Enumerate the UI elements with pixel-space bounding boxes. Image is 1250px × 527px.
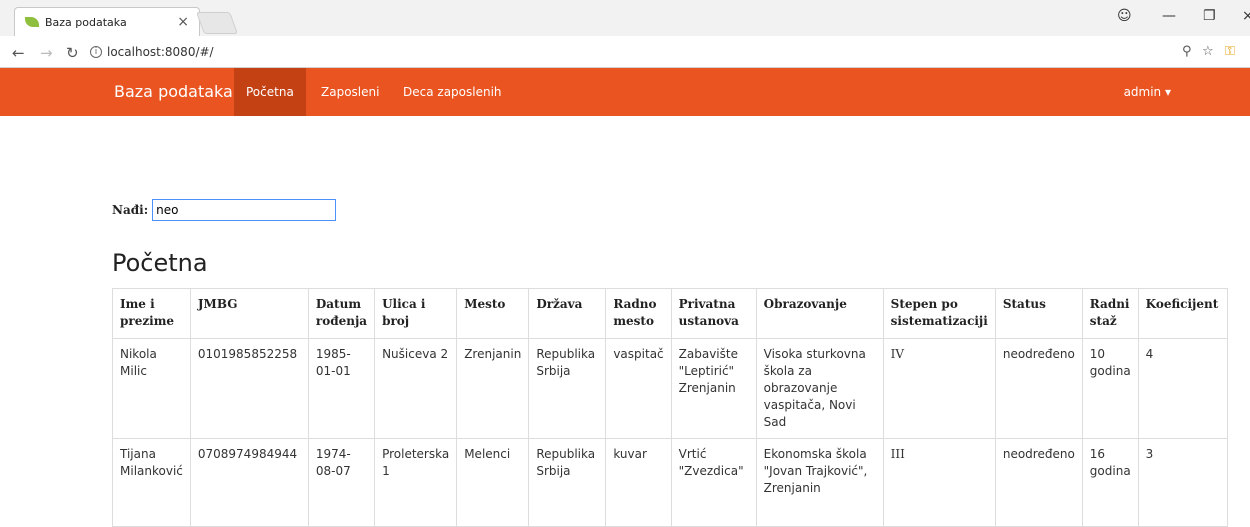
cell-koeficijent: 4 bbox=[1137, 338, 1228, 439]
page-title: Početna bbox=[112, 249, 208, 277]
cell-ime-prezime: Nikola Milic bbox=[112, 338, 191, 439]
reload-icon[interactable]: ↻ bbox=[66, 44, 79, 62]
extension-icon[interactable]: ⚲ bbox=[1182, 44, 1192, 59]
cell-drzava: Republika Srbija bbox=[528, 338, 607, 439]
cell-obrazovanje: Visoka sturkovna škola za obrazovanje va… bbox=[755, 338, 884, 439]
search-label: Nađi: bbox=[112, 203, 149, 217]
browser-tab[interactable]: Baza podataka × bbox=[14, 7, 200, 36]
col-jmbg[interactable]: JMBG bbox=[189, 288, 309, 339]
cell-privatna-ustanova: Zabavište "Leptirić" Zrenjanin bbox=[670, 338, 757, 439]
cell-radno-mesto: vaspitač bbox=[605, 338, 672, 439]
cell-obrazovanje: Ekonomska škola "Jovan Trajković", Zrenj… bbox=[755, 438, 884, 527]
col-datum-rodjenja[interactable]: Datum rođenja bbox=[307, 288, 376, 339]
cell-privatna-ustanova: Vrtić "Zvezdica" bbox=[670, 438, 757, 527]
cell-radni-staz: 10 godina bbox=[1081, 338, 1139, 439]
col-radni-staz[interactable]: Radni staž bbox=[1081, 288, 1139, 339]
cell-radno-mesto: kuvar bbox=[605, 438, 672, 527]
col-status[interactable]: Status bbox=[994, 288, 1083, 339]
col-privatna-ustanova[interactable]: Privatna ustanova bbox=[670, 288, 757, 339]
key-icon[interactable]: ⚿ bbox=[1225, 44, 1235, 59]
cell-ulica-broj: Proleterska 1 bbox=[374, 438, 458, 527]
cell-mesto: Zrenjanin bbox=[456, 338, 530, 439]
cell-stepen: III bbox=[882, 438, 996, 527]
user-menu[interactable]: admin ▾ bbox=[1124, 68, 1171, 116]
cell-ime-prezime: Tijana Milanković bbox=[112, 438, 191, 527]
col-radno-mesto[interactable]: Radno mesto bbox=[605, 288, 672, 339]
close-window-icon[interactable]: × bbox=[1242, 8, 1250, 24]
search-input[interactable] bbox=[152, 199, 337, 221]
col-mesto[interactable]: Mesto bbox=[456, 288, 530, 339]
search-form: Nađi: bbox=[112, 199, 337, 221]
browser-tabstrip: Baza podataka × ☺ — ❐ × bbox=[0, 0, 1250, 36]
col-ime-prezime[interactable]: Ime i prezime bbox=[112, 288, 191, 339]
col-drzava[interactable]: Država bbox=[528, 288, 607, 339]
cell-stepen: IV bbox=[882, 338, 996, 439]
cell-datum-rodjenja: 1985-01-01 bbox=[307, 338, 376, 439]
restore-icon[interactable]: ❐ bbox=[1203, 8, 1216, 24]
cell-ulica-broj: Nušiceva 2 bbox=[374, 338, 458, 439]
table-row: Nikola Milic 0101985852258 1985-01-01 Nu… bbox=[112, 338, 1228, 439]
nav-pocetna[interactable]: Početna bbox=[234, 68, 306, 116]
table-row: Tijana Milanković 0708974984944 1974-08-… bbox=[112, 438, 1228, 527]
nav-zaposleni[interactable]: Zaposleni bbox=[309, 68, 391, 116]
cell-status: neodređeno bbox=[994, 438, 1083, 527]
leaf-icon bbox=[25, 17, 39, 27]
cell-drzava: Republika Srbija bbox=[528, 438, 607, 527]
table-header-row: Ime i prezime JMBG Datum rođenja Ulica i… bbox=[112, 288, 1228, 339]
cell-mesto: Melenci bbox=[456, 438, 530, 527]
cell-jmbg: 0101985852258 bbox=[189, 338, 309, 439]
col-ulica-broj[interactable]: Ulica i broj bbox=[374, 288, 458, 339]
cell-radni-staz: 16 godina bbox=[1081, 438, 1139, 527]
employees-table: Ime i prezime JMBG Datum rođenja Ulica i… bbox=[112, 288, 1228, 527]
forward-icon[interactable]: → bbox=[40, 44, 53, 62]
account-icon[interactable]: ☺ bbox=[1117, 8, 1132, 24]
new-tab-button[interactable] bbox=[195, 12, 239, 34]
tab-close-icon[interactable]: × bbox=[177, 14, 189, 30]
minimize-icon[interactable]: — bbox=[1162, 8, 1176, 24]
cell-koeficijent: 3 bbox=[1137, 438, 1228, 527]
back-icon[interactable]: ← bbox=[12, 44, 25, 62]
info-icon[interactable]: i bbox=[90, 46, 102, 58]
cell-datum-rodjenja: 1974-08-07 bbox=[307, 438, 376, 527]
address-bar: ← → ↻ i localhost:8080/#/ ⚲ ☆ ⚿ bbox=[0, 36, 1250, 68]
col-obrazovanje[interactable]: Obrazovanje bbox=[755, 288, 884, 339]
col-koeficijent[interactable]: Koeficijent bbox=[1137, 288, 1228, 339]
cell-jmbg: 0708974984944 bbox=[189, 438, 309, 527]
nav-deca-zaposlenih[interactable]: Deca zaposlenih bbox=[391, 68, 514, 116]
bookmark-star-icon[interactable]: ☆ bbox=[1202, 44, 1214, 59]
tab-title: Baza podataka bbox=[45, 15, 127, 29]
url-field[interactable]: i localhost:8080/#/ bbox=[90, 40, 1170, 64]
url-text: localhost:8080/#/ bbox=[107, 45, 214, 59]
navbar-brand[interactable]: Baza podataka bbox=[114, 82, 233, 101]
cell-status: neodređeno bbox=[994, 338, 1083, 439]
app-navbar: Baza podataka Početna Zaposleni Deca zap… bbox=[0, 68, 1250, 116]
col-stepen[interactable]: Stepen po sistematizaciji bbox=[882, 288, 996, 339]
